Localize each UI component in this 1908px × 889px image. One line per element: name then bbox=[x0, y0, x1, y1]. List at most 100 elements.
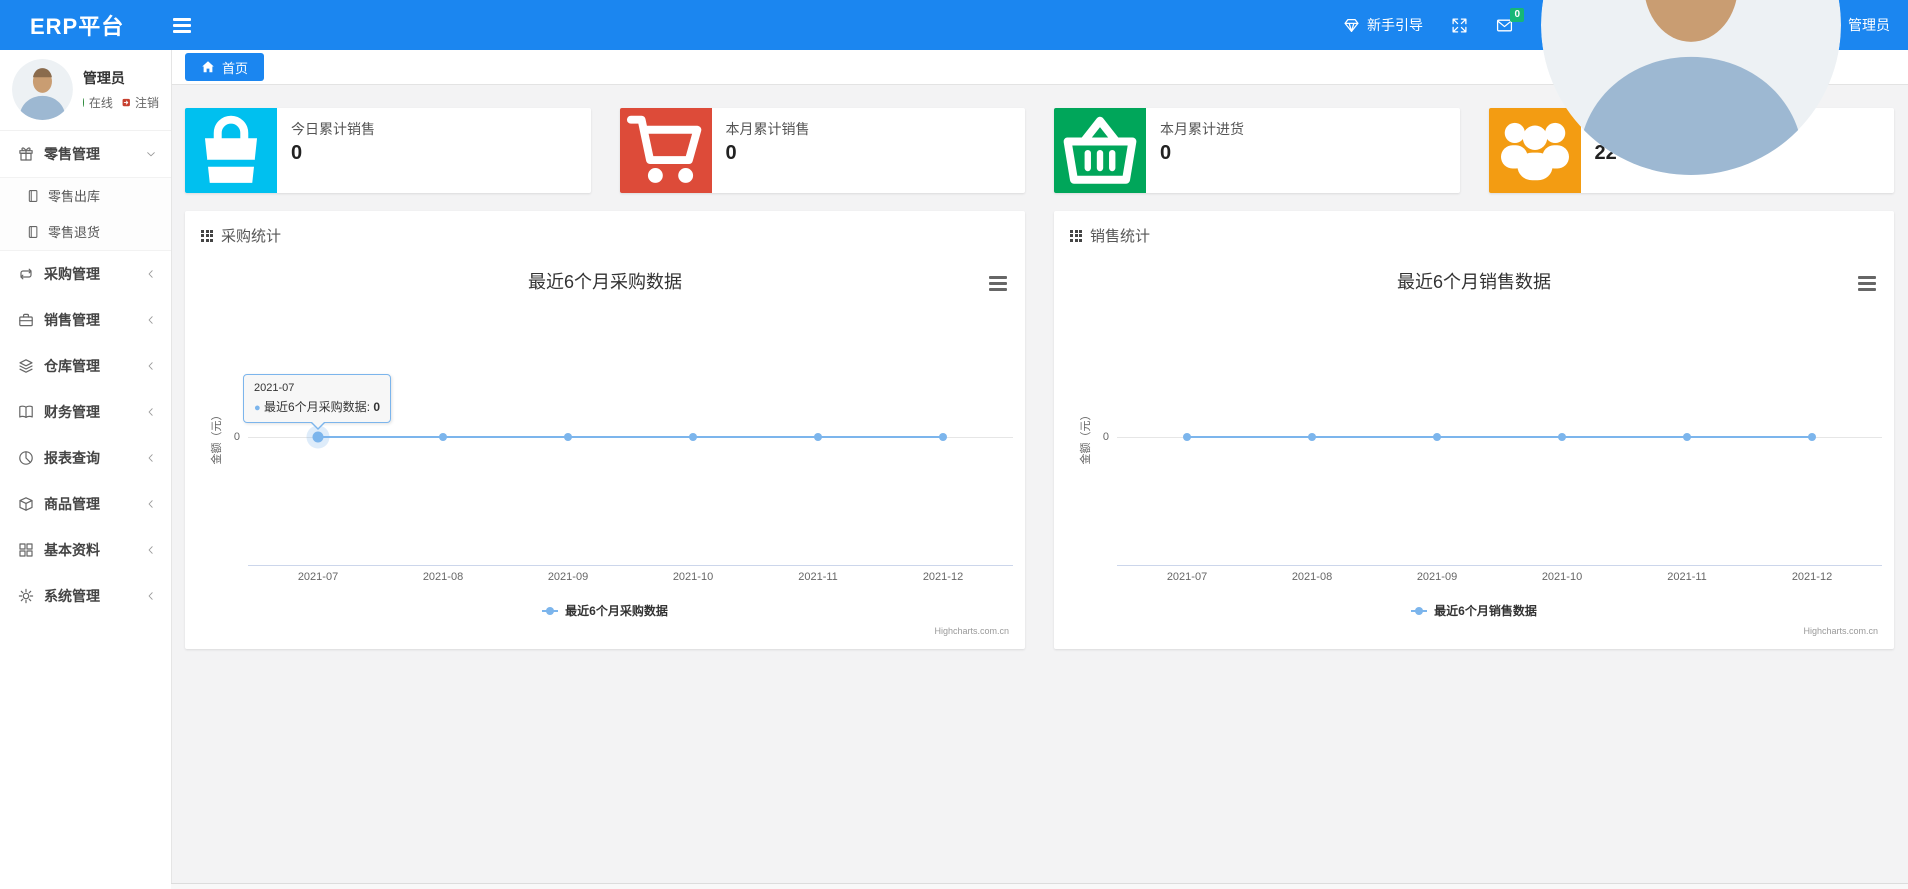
x-axis-line bbox=[1117, 565, 1882, 566]
sidebar-user-block: 管理员 在线 注销 bbox=[0, 50, 171, 131]
credits: Highcharts.com.cn bbox=[1803, 626, 1878, 636]
card-value: 0 bbox=[725, 142, 737, 164]
sidebar-item-system[interactable]: 系统管理 bbox=[0, 573, 171, 619]
chevron-left-icon bbox=[145, 268, 157, 280]
sidebar-item-label: 财务管理 bbox=[44, 403, 100, 420]
chevron-left-icon bbox=[145, 498, 157, 510]
guide-button[interactable]: 新手引导 bbox=[1343, 15, 1423, 35]
data-point[interactable] bbox=[1308, 433, 1316, 441]
data-point[interactable] bbox=[1183, 433, 1191, 441]
data-point[interactable] bbox=[1433, 433, 1441, 441]
sidebar-collapse-button[interactable] bbox=[167, 9, 197, 42]
x-axis-label: 2021-12 bbox=[1791, 571, 1833, 583]
x-axis-line bbox=[248, 565, 1013, 566]
sidebar-item-sales[interactable]: 销售管理 bbox=[0, 297, 171, 343]
x-axis-label: 2021-10 bbox=[672, 571, 714, 583]
bottom-strip bbox=[171, 883, 1908, 889]
data-point[interactable] bbox=[1683, 433, 1691, 441]
tab-home[interactable]: 首页 bbox=[185, 53, 265, 81]
journal-icon bbox=[26, 189, 40, 203]
th-grid-icon bbox=[1070, 229, 1082, 242]
x-axis-label: 2021-07 bbox=[297, 571, 339, 583]
chevron-down-icon bbox=[145, 148, 157, 160]
logout-icon bbox=[122, 98, 131, 107]
sidebar-item-retail[interactable]: 零售管理 bbox=[0, 131, 171, 177]
chevron-left-icon bbox=[145, 544, 157, 556]
chart-title: 最近6个月采购数据 bbox=[527, 272, 682, 292]
data-point[interactable] bbox=[814, 433, 822, 441]
gem-icon bbox=[1343, 17, 1360, 34]
book-icon bbox=[18, 404, 34, 420]
bag-icon bbox=[185, 108, 277, 193]
data-point[interactable] bbox=[312, 431, 324, 443]
tooltip: 2021-07 ● 最近6个月采购数据: 0 bbox=[243, 374, 392, 430]
username: 管理员 bbox=[1848, 17, 1890, 33]
legend-marker bbox=[1411, 606, 1428, 616]
sidebar-item-purchase[interactable]: 采购管理 bbox=[0, 251, 171, 297]
series-line bbox=[318, 436, 943, 438]
chevron-left-icon bbox=[145, 406, 157, 418]
series-line bbox=[1187, 436, 1812, 438]
sidebar-item-label: 销售管理 bbox=[44, 311, 100, 328]
hamburger-icon bbox=[173, 17, 191, 33]
sidebar-item-label: 系统管理 bbox=[44, 587, 100, 604]
panel-title: 采购统计 bbox=[221, 228, 282, 245]
sidebar-item-report[interactable]: 报表查询 bbox=[0, 435, 171, 481]
x-axis-label: 2021-08 bbox=[1291, 571, 1333, 583]
x-axis-label: 2021-10 bbox=[1541, 571, 1583, 583]
tab-label: 首页 bbox=[222, 60, 249, 76]
sidebar-item-goods[interactable]: 商品管理 bbox=[0, 481, 171, 527]
panel-sales-stats: 销售统计 最近6个月销售数据 金额（元） 0 2021-07 2021-08 2021-09… bbox=[1054, 211, 1894, 649]
chart: 最近6个月采购数据 金额（元） 0 2021-07 2021-08 2021-09 2021… bbox=[185, 252, 1025, 646]
tooltip-series: 最近6个月采购数据 bbox=[264, 400, 367, 414]
card-value: 0 bbox=[1160, 142, 1172, 164]
sidebar-item-finance[interactable]: 财务管理 bbox=[0, 389, 171, 435]
x-axis-label: 2021-11 bbox=[1667, 571, 1707, 583]
sidebar-item-warehouse[interactable]: 仓库管理 bbox=[0, 343, 171, 389]
legend[interactable]: 最近6个月采购数据 bbox=[185, 602, 1025, 619]
logout-link[interactable]: 注销 bbox=[122, 94, 159, 111]
sidebar-item-basic[interactable]: 基本资料 bbox=[0, 527, 171, 573]
repeat-icon bbox=[18, 266, 34, 282]
sidebar-item-label: 报表查询 bbox=[44, 449, 100, 466]
messages-button[interactable]: 0 bbox=[1496, 7, 1524, 34]
chart-title: 最近6个月销售数据 bbox=[1396, 272, 1551, 292]
export-menu-button[interactable] bbox=[989, 276, 1007, 294]
export-menu-button[interactable] bbox=[1858, 276, 1876, 294]
burger-icon bbox=[989, 276, 1007, 291]
user-menu[interactable]: 管理员 bbox=[1541, 0, 1890, 175]
guide-label: 新手引导 bbox=[1367, 17, 1423, 33]
gift-icon bbox=[18, 146, 34, 162]
x-axis-label: 2021-09 bbox=[547, 571, 589, 583]
basket-icon bbox=[1054, 108, 1146, 193]
sidebar-item-label: 商品管理 bbox=[44, 495, 100, 512]
sidebar-item-retail-return[interactable]: 零售退货 bbox=[0, 214, 171, 250]
x-axis-label: 2021-11 bbox=[798, 571, 838, 583]
grid-icon bbox=[18, 542, 34, 558]
box-icon bbox=[18, 496, 34, 512]
data-point[interactable] bbox=[689, 433, 697, 441]
legend-label: 最近6个月销售数据 bbox=[1434, 604, 1537, 618]
online-dot bbox=[82, 97, 84, 107]
x-axis-label: 2021-08 bbox=[422, 571, 464, 583]
logout-label: 注销 bbox=[134, 95, 159, 110]
header-bar: ERP平台 新手引导 0 管理员 bbox=[0, 0, 1908, 175]
x-axis-label: 2021-09 bbox=[1416, 571, 1458, 583]
sidebar-item-retail-out[interactable]: 零售出库 bbox=[0, 178, 171, 214]
chart: 最近6个月销售数据 金额（元） 0 2021-07 2021-08 2021-09 2021… bbox=[1054, 252, 1894, 646]
data-point[interactable] bbox=[939, 433, 947, 441]
data-point[interactable] bbox=[564, 433, 572, 441]
data-point[interactable] bbox=[439, 433, 447, 441]
tooltip-category: 2021-07 bbox=[254, 382, 295, 394]
fullscreen-button[interactable] bbox=[1451, 17, 1468, 34]
avatar bbox=[1541, 0, 1841, 175]
sidebar-item-label: 零售出库 bbox=[48, 189, 101, 205]
credits: Highcharts.com.cn bbox=[934, 626, 1009, 636]
data-point[interactable] bbox=[1558, 433, 1566, 441]
data-point[interactable] bbox=[1808, 433, 1816, 441]
card-label: 本月累计进货 bbox=[1160, 121, 1244, 137]
message-badge: 0 bbox=[1510, 7, 1524, 22]
legend-label: 最近6个月采购数据 bbox=[565, 604, 668, 618]
stat-card: 本月累计销售 0 bbox=[619, 108, 1025, 193]
legend[interactable]: 最近6个月销售数据 bbox=[1054, 602, 1894, 619]
